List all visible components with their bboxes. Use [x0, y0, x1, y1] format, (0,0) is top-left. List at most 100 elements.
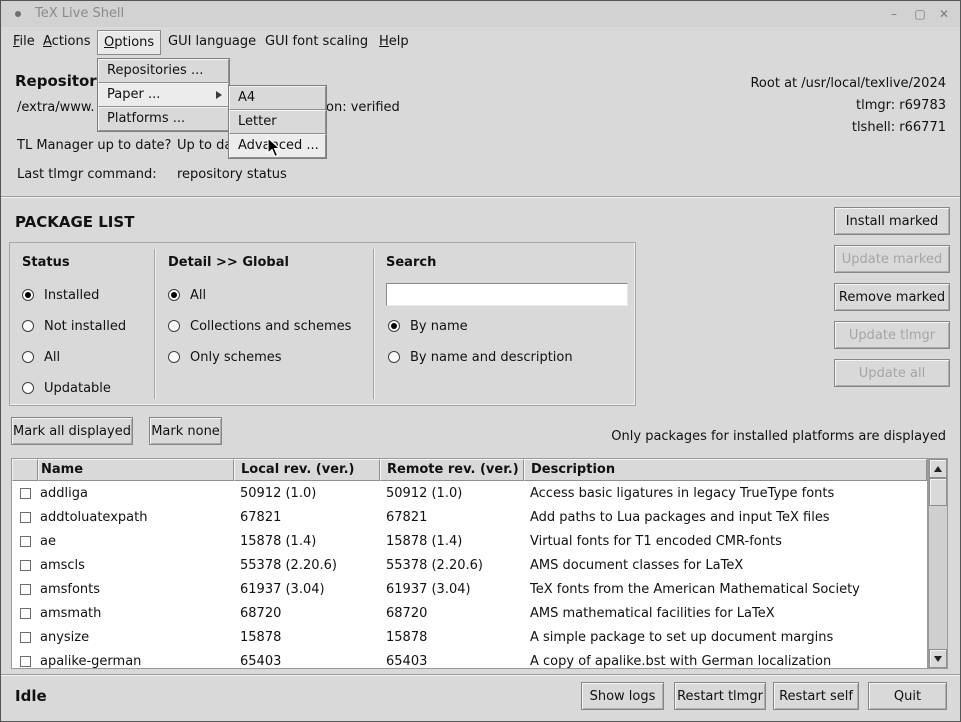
row-checkbox[interactable] [20, 608, 31, 619]
pkg-description: A simple package to set up document marg… [524, 630, 927, 645]
last-command-value: repository status [177, 167, 287, 182]
menu-item-paper[interactable]: Paper ... [98, 83, 229, 107]
pkg-remote-rev: 15878 [380, 630, 524, 645]
column-checkbox[interactable] [12, 459, 38, 481]
radio-by-name-description[interactable]: By name and description [388, 349, 573, 365]
install-marked-button[interactable]: Install marked [834, 207, 950, 235]
table-row[interactable]: ae 15878 (1.4) 15878 (1.4) Virtual fonts… [12, 529, 927, 553]
radio-not-installed[interactable]: Not installed [22, 318, 126, 334]
table-row[interactable]: anysize 15878 15878 A simple package to … [12, 625, 927, 649]
pkg-remote-rev: 15878 (1.4) [380, 534, 524, 549]
menu-item-a4[interactable]: A4 [229, 86, 326, 110]
radio-installed[interactable]: Installed [22, 287, 99, 303]
pkg-description: TeX fonts from the American Mathematical… [524, 582, 927, 597]
pkg-remote-rev: 50912 (1.0) [380, 486, 524, 501]
show-logs-button[interactable]: Show logs [581, 682, 664, 710]
tl-manager-label: TL Manager up to date? [17, 138, 171, 153]
pkg-remote-rev: 67821 [380, 510, 524, 525]
menu-help[interactable]: Help [373, 30, 415, 53]
tlshell-revision: tlshell: r66771 [852, 120, 946, 135]
filter-divider [154, 249, 155, 399]
update-marked-button[interactable]: Update marked [834, 245, 950, 273]
column-local[interactable]: Local rev. (ver.) [234, 459, 380, 481]
pkg-local-rev: 61937 (3.04) [234, 582, 380, 597]
radio-by-name[interactable]: By name [388, 318, 468, 334]
table-row[interactable]: amsmath 68720 68720 AMS mathematical fac… [12, 601, 927, 625]
column-description[interactable]: Description [524, 459, 927, 481]
radio-icon [22, 351, 34, 363]
pkg-description: Virtual fonts for T1 encoded CMR-fonts [524, 534, 927, 549]
window-title: TeX Live Shell [35, 6, 124, 21]
pkg-name: amscls [38, 558, 234, 573]
radio-icon [168, 320, 180, 332]
radio-selected-icon [168, 289, 180, 301]
pkg-local-rev: 50912 (1.0) [234, 486, 380, 501]
radio-icon [22, 320, 34, 332]
table-row[interactable]: amscls 55378 (2.20.6) 55378 (2.20.6) AMS… [12, 553, 927, 577]
remove-marked-button[interactable]: Remove marked [834, 283, 950, 311]
table-row[interactable]: addtoluatexpath 67821 67821 Add paths to… [12, 505, 927, 529]
pkg-local-rev: 15878 (1.4) [234, 534, 380, 549]
radio-collections-schemes[interactable]: Collections and schemes [168, 318, 351, 334]
app-window: TeX Live Shell – ▢ ✕ File Actions Option… [0, 0, 961, 722]
row-checkbox[interactable] [20, 584, 31, 595]
table-row[interactable]: addliga 50912 (1.0) 50912 (1.0) Access b… [12, 481, 927, 505]
update-tlmgr-button[interactable]: Update tlmgr [834, 321, 950, 349]
close-icon[interactable]: ✕ [934, 5, 954, 23]
update-all-button[interactable]: Update all [834, 359, 950, 387]
filter-divider [373, 249, 374, 399]
restart-tlmgr-button[interactable]: Restart tlmgr [674, 682, 766, 710]
menu-item-repositories[interactable]: Repositories ... [98, 59, 229, 83]
pkg-name: addliga [38, 486, 234, 501]
repository-path: /extra/www. [17, 100, 94, 115]
pkg-description: AMS mathematical facilities for LaTeX [524, 606, 927, 621]
radio-only-schemes[interactable]: Only schemes [168, 349, 282, 365]
mark-all-displayed-button[interactable]: Mark all displayed [11, 417, 133, 445]
menu-item-platforms[interactable]: Platforms ... [98, 107, 229, 131]
row-checkbox[interactable] [20, 512, 31, 523]
menu-item-letter[interactable]: Letter [229, 110, 326, 134]
menu-options[interactable]: Options [97, 30, 161, 55]
radio-detail-all[interactable]: All [168, 287, 206, 303]
scrollbar-thumb[interactable] [929, 478, 947, 506]
column-remote[interactable]: Remote rev. (ver.) [380, 459, 524, 481]
row-checkbox[interactable] [20, 656, 31, 667]
table-row[interactable]: apalike-german 65403 65403 A copy of apa… [12, 649, 927, 669]
pkg-local-rev: 55378 (2.20.6) [234, 558, 380, 573]
pkg-remote-rev: 55378 (2.20.6) [380, 558, 524, 573]
radio-all-status[interactable]: All [22, 349, 60, 365]
table-scrollbar[interactable] [928, 458, 948, 669]
radio-selected-icon [22, 289, 34, 301]
menu-gui-font-scaling[interactable]: GUI font scaling [259, 30, 374, 53]
row-checkbox[interactable] [20, 560, 31, 571]
pkg-name: anysize [38, 630, 234, 645]
row-checkbox[interactable] [20, 488, 31, 499]
mark-none-button[interactable]: Mark none [149, 417, 222, 445]
column-name[interactable]: Name [38, 459, 234, 481]
pkg-remote-rev: 61937 (3.04) [380, 582, 524, 597]
table-header: Name Local rev. (ver.) Remote rev. (ver.… [12, 459, 927, 481]
verification-status: on: verified [326, 100, 400, 115]
search-heading: Search [386, 255, 436, 270]
scroll-down-icon[interactable] [929, 649, 947, 668]
menu-file[interactable]: File [7, 30, 41, 53]
pkg-name: amsmath [38, 606, 234, 621]
row-checkbox[interactable] [20, 536, 31, 547]
table-row[interactable]: amsfonts 61937 (3.04) 61937 (3.04) TeX f… [12, 577, 927, 601]
pkg-name: ae [38, 534, 234, 549]
minimize-icon[interactable]: – [884, 5, 904, 23]
pkg-name: apalike-german [38, 654, 234, 669]
maximize-icon[interactable]: ▢ [910, 5, 930, 23]
menu-actions[interactable]: Actions [37, 30, 97, 53]
scroll-up-icon[interactable] [929, 459, 947, 478]
search-input[interactable] [386, 283, 628, 306]
pkg-description: Add paths to Lua packages and input TeX … [524, 510, 927, 525]
restart-self-button[interactable]: Restart self [773, 682, 859, 710]
radio-updatable[interactable]: Updatable [22, 380, 111, 396]
quit-button[interactable]: Quit [868, 682, 947, 710]
mouse-cursor-icon [267, 137, 283, 159]
pkg-remote-rev: 65403 [380, 654, 524, 669]
row-checkbox[interactable] [20, 632, 31, 643]
pkg-local-rev: 68720 [234, 606, 380, 621]
menu-gui-language[interactable]: GUI language [162, 30, 262, 53]
